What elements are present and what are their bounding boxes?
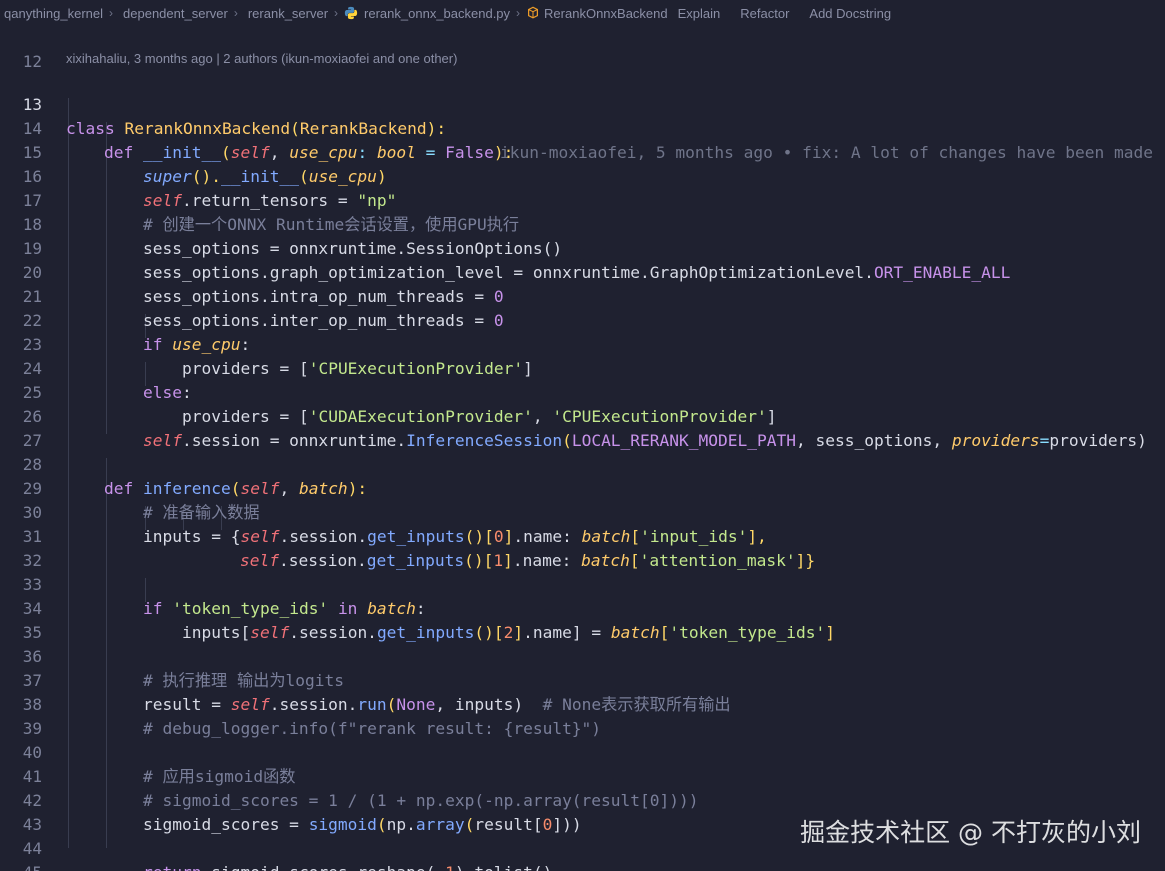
code-line[interactable]: 23 providers = ['CPUExecutionProvider'] bbox=[0, 309, 1165, 378]
chevron-right-icon: › bbox=[516, 6, 521, 20]
code-line[interactable]: 28 def inference(self, batch): bbox=[0, 429, 1165, 498]
code-line[interactable]: 39 bbox=[0, 693, 1165, 738]
refactor-button[interactable]: Refactor bbox=[730, 6, 799, 21]
code-line[interactable]: 16 self.return_tensors = "np" bbox=[0, 141, 1165, 210]
code-line[interactable]: 19 sess_options.graph_optimization_level… bbox=[0, 213, 1165, 282]
codelens-authors[interactable]: xixihahaliu, 3 months ago | 2 authors (i… bbox=[66, 49, 457, 69]
code-line[interactable]: 42 sigmoid_scores = sigmoid(np.array(res… bbox=[0, 765, 1165, 834]
code-line[interactable]: 24 else: bbox=[0, 333, 1165, 402]
code-line[interactable]: 17 # 创建一个ONNX Runtime会话设置，使用GPU执行 bbox=[0, 165, 1165, 234]
code-line[interactable]: 31 self.session.get_inputs()[1].name: ba… bbox=[0, 501, 1165, 570]
code-line[interactable]: 20 sess_options.intra_op_num_threads = 0 bbox=[0, 237, 1165, 306]
line-number: 45 bbox=[0, 861, 42, 871]
code-line[interactable]: 12 bbox=[0, 26, 1165, 71]
chevron-right-icon: › bbox=[109, 6, 114, 20]
code-line[interactable]: 34 inputs[self.session.get_inputs()[2].n… bbox=[0, 573, 1165, 642]
code-line[interactable]: 13 class RerankOnnxBackend(RerankBackend… bbox=[0, 69, 1165, 162]
code-line[interactable]: 21 sess_options.inter_op_num_threads = 0 bbox=[0, 261, 1165, 330]
class-symbol-icon bbox=[528, 6, 539, 18]
breadcrumb-file-label: rerank_onnx_backend.py bbox=[364, 5, 511, 21]
code-line[interactable]: 14 def __init__(self, use_cpu: bool = Fa… bbox=[0, 93, 1165, 162]
code-line[interactable]: 40 # 应用sigmoid函数 bbox=[0, 717, 1165, 786]
breadcrumb: qanything_kernel › dependent_server › re… bbox=[0, 0, 1165, 26]
code-line[interactable]: 29 # 准备输入数据 bbox=[0, 453, 1165, 522]
code-line[interactable]: 27 bbox=[0, 405, 1165, 450]
code-line[interactable]: 15 super().__init__(use_cpu) bbox=[0, 117, 1165, 186]
code-line[interactable]: 35 bbox=[0, 597, 1165, 642]
breadcrumb-item-dependent-server[interactable]: dependent_server bbox=[119, 6, 228, 21]
code-line[interactable]: 38 # debug_logger.info(f"rerank result: … bbox=[0, 669, 1165, 738]
explain-button[interactable]: Explain bbox=[668, 6, 731, 21]
breadcrumb-class-label: RerankOnnxBackend bbox=[544, 5, 668, 21]
code-line[interactable]: 37 result = self.session.run(None, input… bbox=[0, 645, 1165, 714]
chevron-right-icon: › bbox=[334, 6, 339, 20]
code-line[interactable]: 36 # 执行推理 输出为logits bbox=[0, 621, 1165, 690]
code-line[interactable]: 26 self.session = onnxruntime.InferenceS… bbox=[0, 381, 1165, 450]
code-line[interactable]: 25 providers = ['CUDAExecutionProvider',… bbox=[0, 357, 1165, 426]
python-file-icon bbox=[344, 6, 358, 19]
code-line[interactable]: 33 if 'token_type_ids' in batch: bbox=[0, 549, 1165, 618]
breadcrumb-item-file[interactable]: rerank_onnx_backend.py bbox=[344, 6, 510, 21]
chevron-right-icon: › bbox=[233, 6, 238, 20]
code-editor[interactable]: 12 xixihahaliu, 3 months ago | 2 authors… bbox=[0, 26, 1165, 871]
breadcrumb-item-rerank-server[interactable]: rerank_server bbox=[244, 6, 328, 21]
code-line[interactable]: 18 sess_options = onnxruntime.SessionOpt… bbox=[0, 189, 1165, 258]
breadcrumb-item-class[interactable]: RerankOnnxBackend bbox=[526, 6, 668, 21]
code-line[interactable]: 43 bbox=[0, 789, 1165, 834]
watermark: 掘金技术社区 @ 不打灰的小刘 bbox=[800, 818, 1141, 847]
code-line[interactable]: 32 bbox=[0, 525, 1165, 570]
breadcrumb-item-qanything-kernel[interactable]: qanything_kernel bbox=[0, 6, 103, 21]
code-line[interactable]: 22 if use_cpu: bbox=[0, 285, 1165, 354]
add-docstring-button[interactable]: Add Docstring bbox=[799, 6, 901, 21]
code-line[interactable]: 30 inputs = {self.session.get_inputs()[0… bbox=[0, 477, 1165, 546]
code-line[interactable]: 41 # sigmoid_scores = 1 / (1 + np.exp(-n… bbox=[0, 741, 1165, 810]
